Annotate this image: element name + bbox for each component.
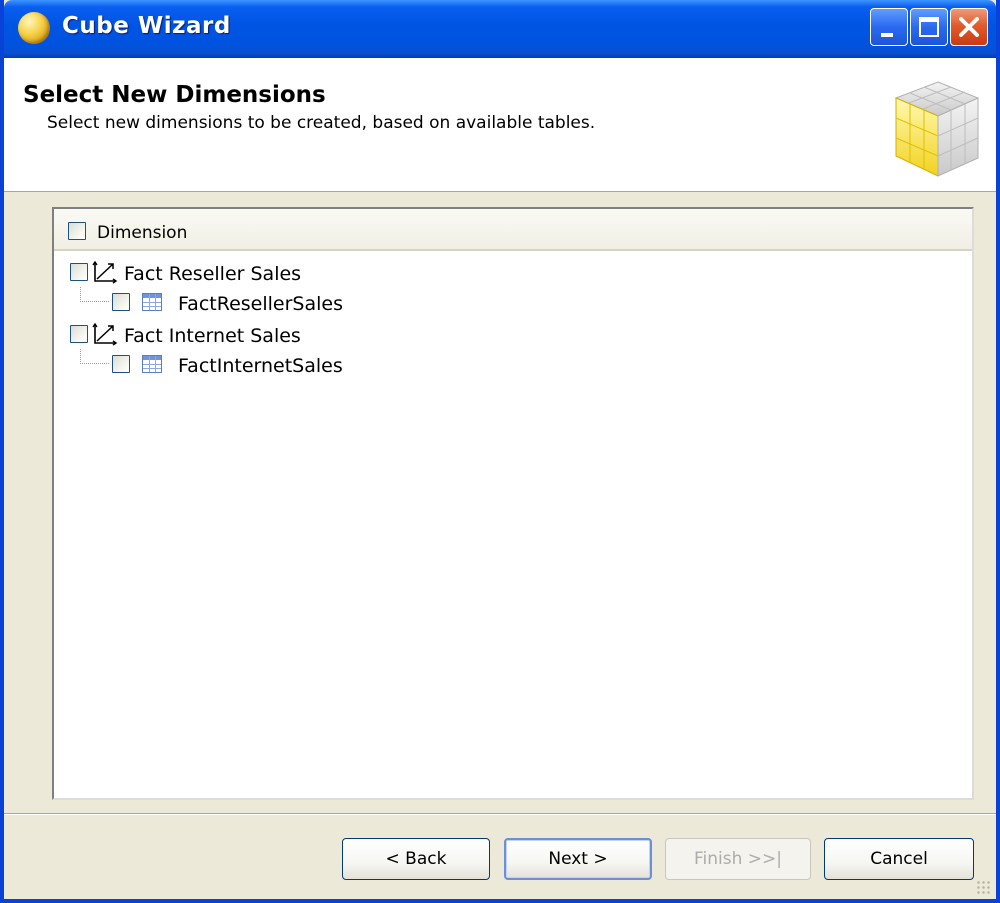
table-icon — [142, 293, 162, 311]
close-icon — [959, 17, 979, 37]
tree-item-checkbox[interactable] — [112, 293, 130, 311]
table-icon — [142, 355, 162, 373]
maximize-icon — [919, 17, 939, 37]
tree-item-checkbox[interactable] — [112, 355, 130, 373]
tree-item-label: FactInternetSales — [178, 355, 343, 377]
tree-item-label: FactResellerSales — [178, 293, 343, 315]
close-button[interactable] — [950, 8, 988, 46]
wizard-header: Select New Dimensions Select new dimensi… — [4, 58, 996, 192]
tree-item-factresellersales[interactable]: FactResellerSales — [54, 287, 954, 317]
dimension-icon — [92, 322, 118, 346]
dimension-icon — [92, 260, 118, 284]
next-button[interactable]: Next > — [504, 838, 652, 880]
cube-grid-icon — [894, 81, 980, 177]
finish-button: Finish >>| — [665, 838, 811, 880]
cancel-button[interactable]: Cancel — [824, 838, 974, 880]
footer-divider — [4, 813, 996, 815]
back-button[interactable]: < Back — [342, 838, 490, 880]
page-subtitle: Select new dimensions to be created, bas… — [47, 113, 596, 133]
minimize-icon — [881, 33, 893, 37]
select-all-checkbox[interactable] — [68, 222, 86, 240]
title-bar[interactable]: Cube Wizard — [4, 0, 996, 58]
column-header-label: Dimension — [97, 223, 188, 243]
dimension-tree-panel: Dimension Fact Reseller Sales FactResell… — [52, 207, 974, 800]
tree-item-fact-reseller-sales[interactable]: Fact Reseller Sales — [54, 257, 954, 287]
cube-wizard-window: Cube Wizard Select New Dimensions Select… — [0, 0, 1000, 903]
minimize-button[interactable] — [870, 8, 908, 46]
page-title: Select New Dimensions — [23, 82, 326, 108]
resize-grip-icon[interactable] — [976, 880, 992, 896]
column-header: Dimension — [54, 209, 972, 251]
cube-app-icon — [18, 12, 50, 44]
tree-item-fact-internet-sales[interactable]: Fact Internet Sales — [54, 319, 954, 349]
tree-item-label: Fact Internet Sales — [124, 325, 301, 347]
tree-item-checkbox[interactable] — [70, 263, 88, 281]
dimension-tree: Fact Reseller Sales FactResellerSales Fa… — [54, 249, 972, 798]
maximize-button[interactable] — [910, 8, 948, 46]
tree-item-label: Fact Reseller Sales — [124, 263, 302, 285]
tree-item-factinternetsales[interactable]: FactInternetSales — [54, 349, 954, 379]
window-title: Cube Wizard — [62, 13, 231, 39]
tree-item-checkbox[interactable] — [70, 325, 88, 343]
